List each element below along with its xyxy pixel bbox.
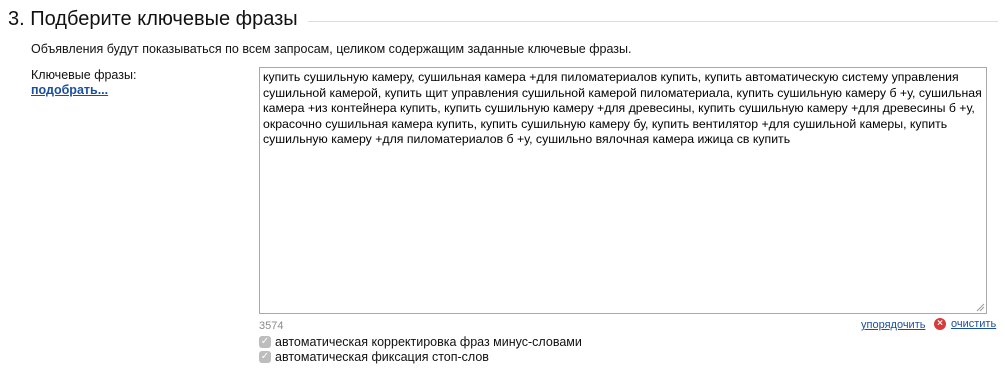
checkbox-checked-icon[interactable]: ✓ <box>259 336 271 348</box>
section-title: 3. Подберите ключевые фразы <box>8 8 298 30</box>
keywords-label: Ключевые фразы: <box>31 68 137 82</box>
option-auto-minus-words[interactable]: ✓ автоматическая корректировка фраз мину… <box>259 335 582 349</box>
clear-link[interactable]: очистить <box>951 318 996 330</box>
section-header: 3. Подберите ключевые фразы <box>8 4 998 34</box>
pick-keywords-link[interactable]: подобрать... <box>31 83 108 97</box>
section-description: Объявления будут показываться по всем за… <box>31 42 632 56</box>
sort-link[interactable]: упорядочить <box>861 319 925 331</box>
resize-grip-icon[interactable] <box>975 302 985 312</box>
option-label: автоматическая корректировка фраз минус-… <box>275 335 582 349</box>
clear-button[interactable]: × очистить <box>934 318 996 330</box>
keywords-textarea[interactable]: купить сушильную камеру, сушильная камер… <box>259 67 987 314</box>
close-circle-icon: × <box>934 318 946 330</box>
checkbox-checked-icon[interactable]: ✓ <box>259 351 271 363</box>
option-label: автоматическая фиксация стоп-слов <box>275 350 489 364</box>
char-counter: 3574 <box>259 320 284 332</box>
section-divider <box>307 20 998 22</box>
option-auto-stop-words[interactable]: ✓ автоматическая фиксация стоп-слов <box>259 350 489 364</box>
